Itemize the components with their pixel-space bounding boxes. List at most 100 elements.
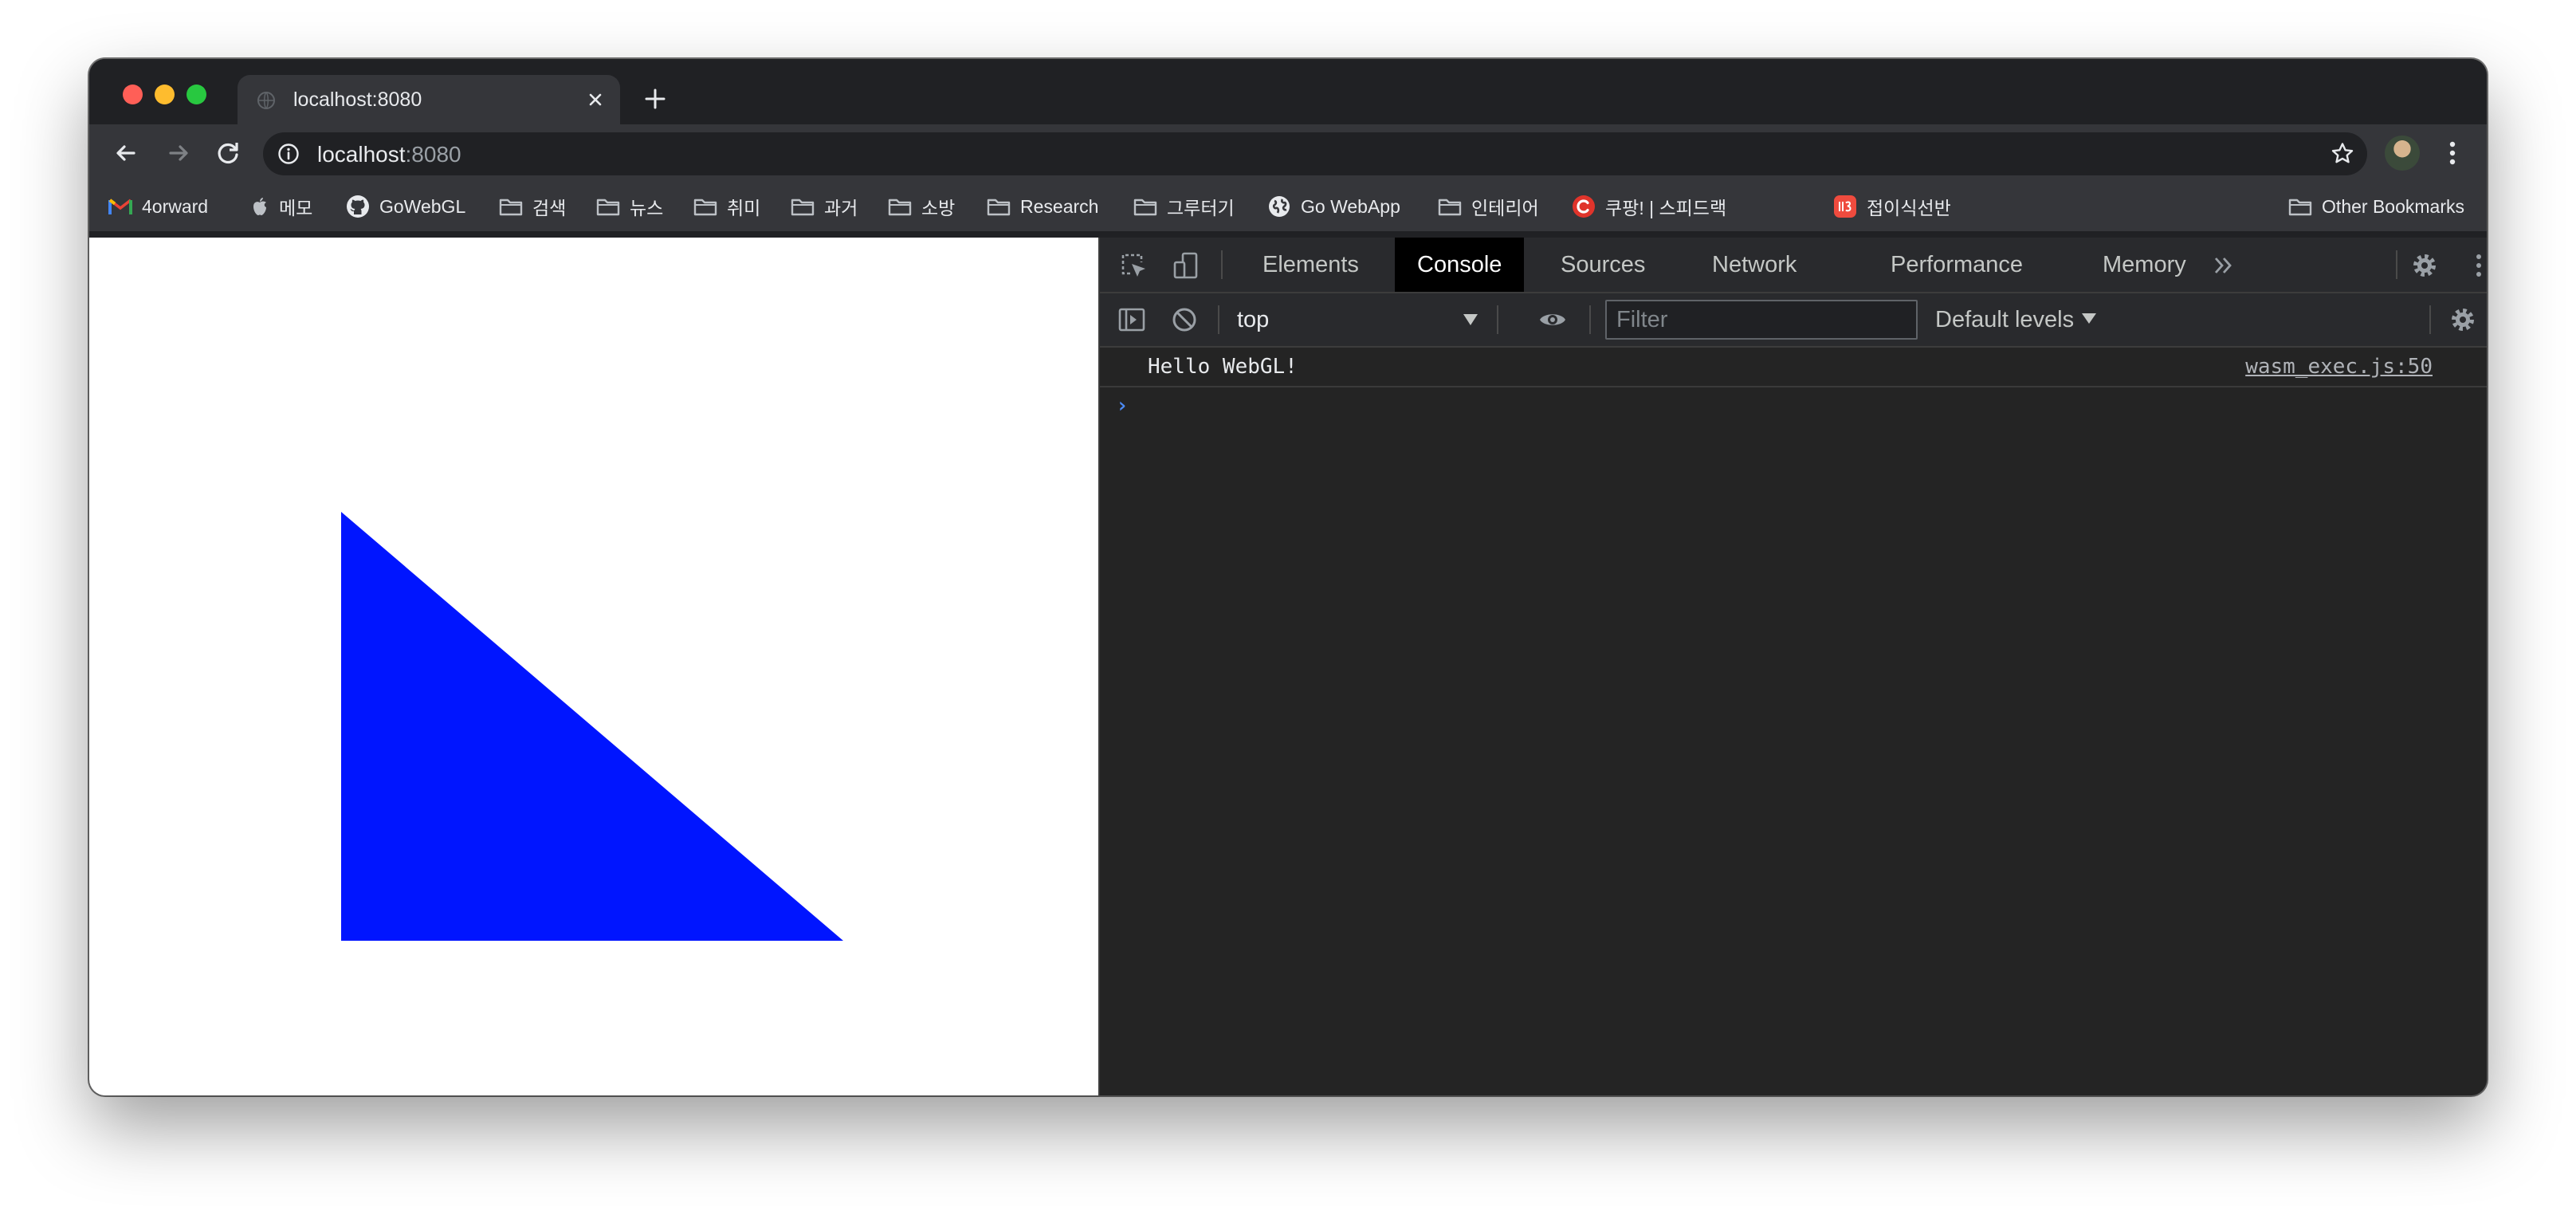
bookmark-label: 소방: [921, 198, 956, 218]
folder-icon: [987, 199, 1011, 216]
globe-icon: [1269, 196, 1290, 217]
console-prompt[interactable]: ›: [1116, 394, 1129, 418]
url-host: localhost: [317, 142, 406, 167]
devtools-panel: Elements Console Sources Network Perform…: [1098, 238, 2487, 1095]
bookmark-label: 취미: [727, 198, 761, 218]
other-bookmarks-label: Other Bookmarks: [2322, 195, 2464, 217]
bookmark-label: 그루터기: [1167, 198, 1235, 218]
minimize-window-button[interactable]: [155, 85, 175, 104]
folder-icon: [693, 199, 717, 216]
folder-icon: [2288, 199, 2312, 216]
bookmark-label: 쿠팡! | 스피드랙: [1605, 198, 1727, 218]
folder-icon: [791, 199, 815, 216]
toolbar-divider: [2396, 250, 2397, 279]
dropdown-caret-icon: [2082, 313, 2097, 324]
apple-icon: [253, 198, 266, 215]
bookmark-memo[interactable]: 메모: [250, 182, 312, 231]
live-expression-eye-icon[interactable]: [1538, 305, 1567, 334]
bookmark-folder-interior[interactable]: 인테리어: [1438, 182, 1539, 231]
bookmark-folder-past[interactable]: 과거: [791, 182, 858, 231]
url-text[interactable]: localhost:8080: [317, 142, 461, 167]
bookmark-folder-stump[interactable]: 그루터기: [1133, 182, 1235, 231]
tab-memory[interactable]: Memory: [2080, 238, 2209, 292]
close-window-button[interactable]: [123, 85, 143, 104]
blue-triangle: [341, 512, 843, 941]
js-context-select[interactable]: top: [1219, 293, 1490, 346]
bookmark-folding-shelf[interactable]: 접이식선반: [1833, 182, 1951, 231]
folder-icon: [888, 199, 912, 216]
inspect-element-icon[interactable]: [1119, 251, 1148, 280]
device-toolbar-icon[interactable]: [1172, 251, 1200, 280]
bookmarks-bar: 4orward 메모 GoWebGL 검색 뉴스 취미 과거 소방 Resear…: [89, 182, 2487, 231]
toolbar-divider: [1497, 305, 1498, 334]
globe-icon: [257, 92, 275, 109]
forward-arrow-icon[interactable]: [161, 136, 196, 171]
11st-icon: [1834, 195, 1856, 218]
tab-elements[interactable]: Elements: [1240, 238, 1381, 292]
devtools-tab-bar: Elements Console Sources Network Perform…: [1100, 238, 2487, 293]
console-message: Hello WebGL! wasm_exec.js:50: [1100, 348, 2487, 387]
console-toolbar: top Default levels: [1100, 293, 2487, 348]
folder-icon: [596, 199, 620, 216]
back-arrow-icon[interactable]: [108, 136, 143, 171]
new-tab-plus-icon[interactable]: [638, 81, 673, 116]
bookmark-4orward[interactable]: 4orward: [108, 182, 208, 231]
folder-icon: [499, 199, 523, 216]
bookmark-label: Research: [1020, 195, 1099, 217]
toolbar-divider: [1589, 305, 1591, 334]
more-tabs-chevron-icon[interactable]: [2209, 251, 2238, 280]
sidebar-toggle-icon[interactable]: [1117, 305, 1146, 334]
close-icon[interactable]: [582, 86, 609, 113]
browser-tab[interactable]: localhost:8080: [238, 75, 620, 124]
zoom-window-button[interactable]: [187, 85, 206, 104]
bookmark-folder-fire[interactable]: 소방: [888, 182, 955, 231]
more-vert-icon[interactable]: [2441, 136, 2464, 171]
toolbar: localhost:8080: [89, 124, 2487, 182]
bookmark-label: Go WebApp: [1301, 195, 1400, 217]
other-bookmarks[interactable]: Other Bookmarks: [2288, 182, 2464, 231]
bookmark-label: GoWebGL: [379, 195, 466, 217]
log-levels-dropdown[interactable]: Default levels: [1935, 307, 2097, 333]
folder-icon: [1133, 199, 1157, 216]
bookmark-star-icon[interactable]: [2329, 140, 2356, 167]
tab-title: localhost:8080: [293, 88, 422, 111]
tab-network[interactable]: Network: [1690, 238, 1819, 292]
bookmark-coupang[interactable]: 쿠팡! | 스피드랙: [1572, 182, 1726, 231]
bookmark-folder-hobby[interactable]: 취미: [693, 182, 760, 231]
browser-window: localhost:8080 localhost:8080 4orward 메모…: [89, 59, 2487, 1095]
bookmark-label: 접이식선반: [1867, 198, 1951, 218]
console-settings-gear-icon[interactable]: [2448, 305, 2477, 334]
tab-performance[interactable]: Performance: [1868, 238, 2045, 292]
profile-avatar[interactable]: [2385, 136, 2420, 171]
dropdown-caret-icon: [1463, 314, 1478, 325]
bookmark-go-webapp[interactable]: Go WebApp: [1267, 182, 1400, 231]
settings-gear-icon[interactable]: [2410, 251, 2439, 280]
site-info-icon[interactable]: [277, 143, 300, 165]
webgl-canvas[interactable]: [89, 238, 1098, 1095]
bookmark-label: 뉴스: [630, 198, 664, 218]
bookmark-label: 메모: [279, 198, 313, 218]
bookmark-folder-search[interactable]: 검색: [499, 182, 566, 231]
console-source-link[interactable]: wasm_exec.js:50: [2245, 355, 2433, 379]
bookmark-folder-research[interactable]: Research: [987, 182, 1098, 231]
coupang-icon: [1573, 195, 1595, 218]
reload-icon[interactable]: [210, 136, 245, 171]
customize-menu-icon[interactable]: [2464, 251, 2487, 280]
bookmark-label: 검색: [532, 198, 567, 218]
tab-strip: localhost:8080: [89, 59, 2487, 124]
github-icon: [347, 195, 369, 218]
bookmark-gowebgl[interactable]: GoWebGL: [346, 182, 465, 231]
toolbar-divider: [1221, 250, 1223, 279]
js-context-value: top: [1237, 307, 1270, 332]
bookmark-label: 인테리어: [1471, 198, 1539, 218]
console-filter-input[interactable]: [1605, 300, 1918, 340]
url-port: :8080: [405, 142, 461, 167]
bookmark-label: 과거: [824, 198, 858, 218]
clear-console-icon[interactable]: [1170, 305, 1199, 334]
bookmark-folder-news[interactable]: 뉴스: [596, 182, 663, 231]
tab-sources[interactable]: Sources: [1538, 238, 1667, 292]
address-bar[interactable]: localhost:8080: [263, 132, 2367, 175]
tab-console[interactable]: Console: [1395, 238, 1525, 292]
toolbar-divider: [2429, 305, 2431, 334]
console-message-text: Hello WebGL!: [1148, 355, 1298, 379]
